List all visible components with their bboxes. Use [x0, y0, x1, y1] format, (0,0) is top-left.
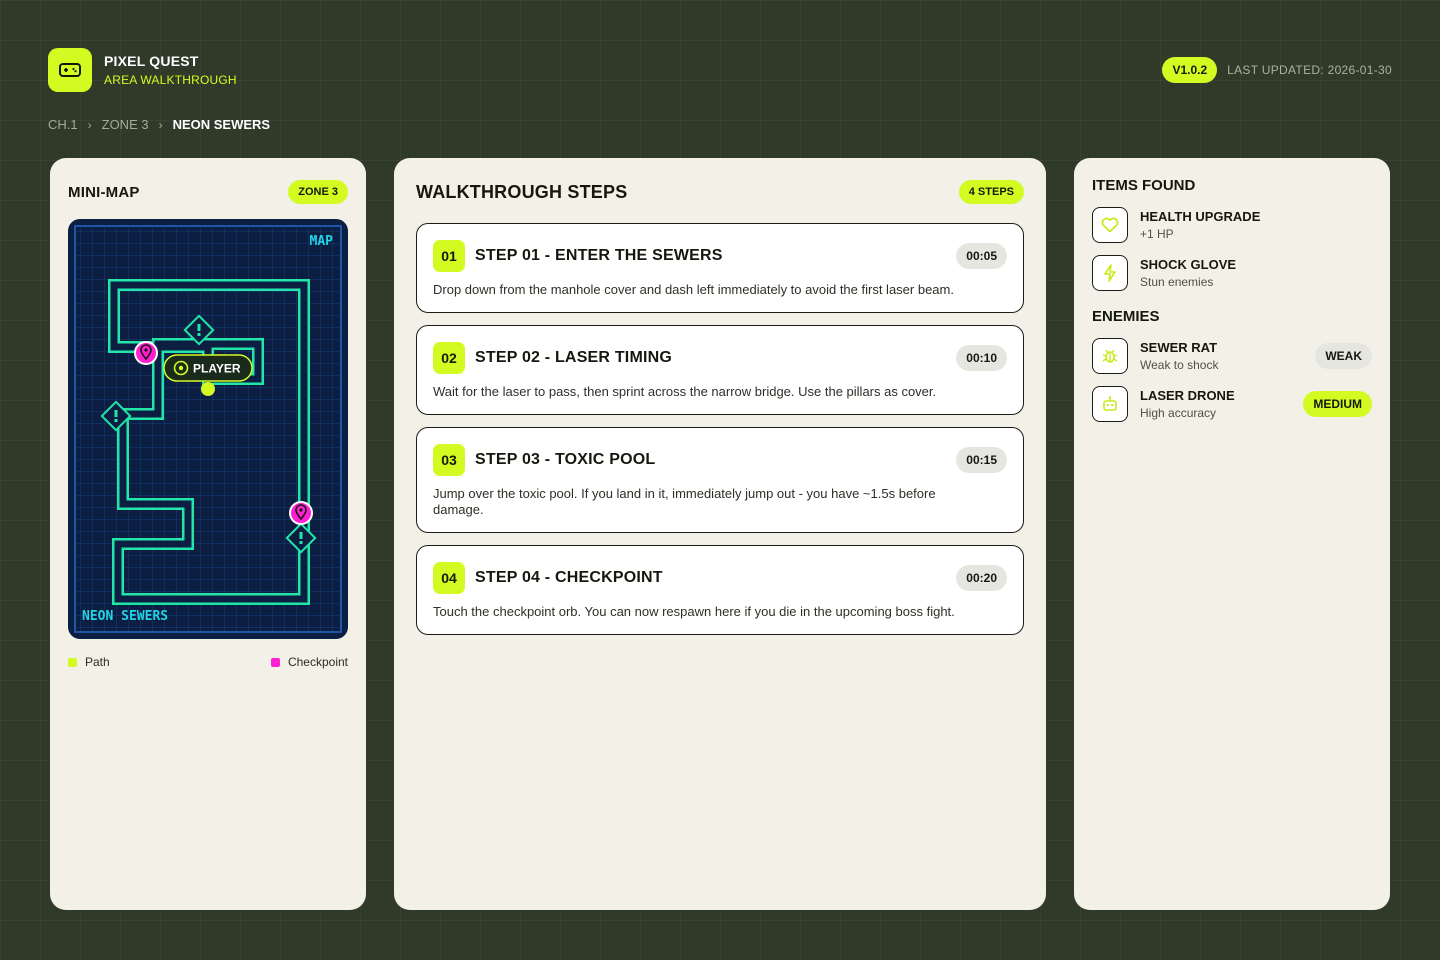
legend-item-path: Path: [68, 655, 110, 669]
legend-label: Path: [85, 655, 110, 669]
heart-icon: [1092, 207, 1128, 243]
map-area-name: NEON SEWERS: [82, 609, 168, 624]
robot-icon: [1092, 386, 1128, 422]
step-card[interactable]: 03 STEP 03 - TOXIC POOL 00:15 Jump over …: [416, 427, 1024, 533]
step-description: Jump over the toxic pool. If you land in…: [433, 486, 936, 517]
steps-panel: WALKTHROUGH STEPS 4 STEPS 01 STEP 01 - E…: [394, 158, 1046, 910]
enemy-description: Weak to shock: [1140, 358, 1219, 372]
step-time: 00:05: [956, 243, 1007, 269]
map-corner-label: MAP: [310, 234, 334, 249]
enemy-row[interactable]: SEWER RAT Weak to shock WEAK: [1092, 338, 1372, 374]
threat-badge: MEDIUM: [1303, 391, 1372, 417]
enemy-name: SEWER RAT: [1140, 340, 1218, 355]
steps-title: WALKTHROUGH STEPS: [416, 181, 628, 202]
step-title: STEP 03 - TOXIC POOL: [475, 451, 656, 468]
minimap-title: MINI-MAP: [68, 183, 140, 201]
checkpoint-marker[interactable]: [134, 341, 158, 365]
step-number: 03: [433, 444, 465, 476]
lightning-icon: [1092, 255, 1128, 291]
step-card[interactable]: 04 STEP 04 - CHECKPOINT 00:20 Touch the …: [416, 545, 1024, 635]
breadcrumb-separator: ›: [87, 117, 92, 132]
breadcrumb-chapter[interactable]: CH.1: [48, 117, 78, 132]
app-title: PIXEL QUEST: [104, 53, 199, 69]
step-title: STEP 01 - ENTER THE SEWERS: [475, 247, 723, 264]
bug-icon: [1092, 338, 1128, 374]
step-card[interactable]: 01 STEP 01 - ENTER THE SEWERS 00:05 Drop…: [416, 223, 1024, 313]
version-badge: V1.0.2: [1162, 57, 1218, 83]
step-description: Wait for the laser to pass, then sprint …: [433, 384, 937, 399]
step-number: 02: [433, 342, 465, 374]
step-description: Touch the checkpoint orb. You can now re…: [433, 604, 955, 619]
item-name: SHOCK GLOVE: [1140, 257, 1237, 272]
steps-count-badge: 4 STEPS: [958, 180, 1024, 204]
item-description: Stun enemies: [1140, 275, 1214, 289]
last-updated: LAST UPDATED: 2026-01-30: [1227, 63, 1392, 77]
step-card[interactable]: 02 STEP 02 - LASER TIMING 00:10 Wait for…: [416, 325, 1024, 415]
step-title: STEP 02 - LASER TIMING: [475, 349, 673, 366]
legend-item-checkpoint: Checkpoint: [270, 655, 348, 669]
breadcrumb-zone[interactable]: ZONE 3: [102, 117, 149, 132]
breadcrumb-current: NEON SEWERS: [172, 117, 271, 132]
step-time: 00:15: [956, 447, 1007, 473]
map-legend: Path Checkpoint: [68, 655, 348, 669]
checkpoint-marker[interactable]: [289, 501, 313, 525]
gamepad-icon: [48, 48, 92, 92]
legend-swatch: [270, 657, 280, 667]
player-label: PLAYER: [163, 354, 253, 382]
enemy-row[interactable]: LASER DRONE High accuracy MEDIUM: [1092, 386, 1372, 422]
enemy-name: LASER DRONE: [1140, 388, 1235, 403]
step-description: Drop down from the manhole cover and das…: [433, 282, 954, 297]
step-number: 01: [433, 240, 465, 272]
step-time: 00:20: [956, 565, 1007, 591]
item-name: HEALTH UPGRADE: [1140, 209, 1261, 224]
zone-badge: ZONE 3: [288, 180, 348, 204]
step-number: 04: [433, 562, 465, 594]
item-row[interactable]: SHOCK GLOVE Stun enemies: [1092, 255, 1372, 291]
step-time: 00:10: [956, 345, 1007, 371]
item-description: +1 HP: [1140, 227, 1174, 241]
legend-swatch: [68, 657, 77, 667]
brand: PIXEL QUEST AREA WALKTHROUGH: [48, 48, 237, 92]
version-meta: V1.0.2 LAST UPDATED: 2026-01-30: [1162, 57, 1392, 83]
items-found-title: ITEMS FOUND: [1092, 177, 1196, 194]
step-title: STEP 04 - CHECKPOINT: [475, 569, 663, 586]
breadcrumb-separator: ›: [158, 117, 163, 132]
player-label-text: PLAYER: [193, 362, 241, 376]
player-marker[interactable]: [201, 382, 215, 396]
legend-label: Checkpoint: [287, 655, 348, 669]
breadcrumb: CH.1 › ZONE 3 › NEON SEWERS: [48, 117, 270, 132]
enemies-title: ENEMIES: [1092, 308, 1160, 325]
items-panel: ITEMS FOUND HEALTH UPGRADE +1 HP SHOCK G…: [1074, 158, 1390, 910]
app-subtitle: AREA WALKTHROUGH: [104, 73, 237, 87]
enemy-description: High accuracy: [1140, 406, 1217, 420]
minimap-canvas[interactable]: PLAYER MAP NEON SEWERS: [68, 219, 348, 639]
item-row[interactable]: HEALTH UPGRADE +1 HP: [1092, 207, 1372, 243]
threat-badge: WEAK: [1315, 343, 1372, 369]
minimap-panel: MINI-MAP ZONE 3 PLAYER MAP NEON SEWERS P…: [50, 158, 366, 910]
